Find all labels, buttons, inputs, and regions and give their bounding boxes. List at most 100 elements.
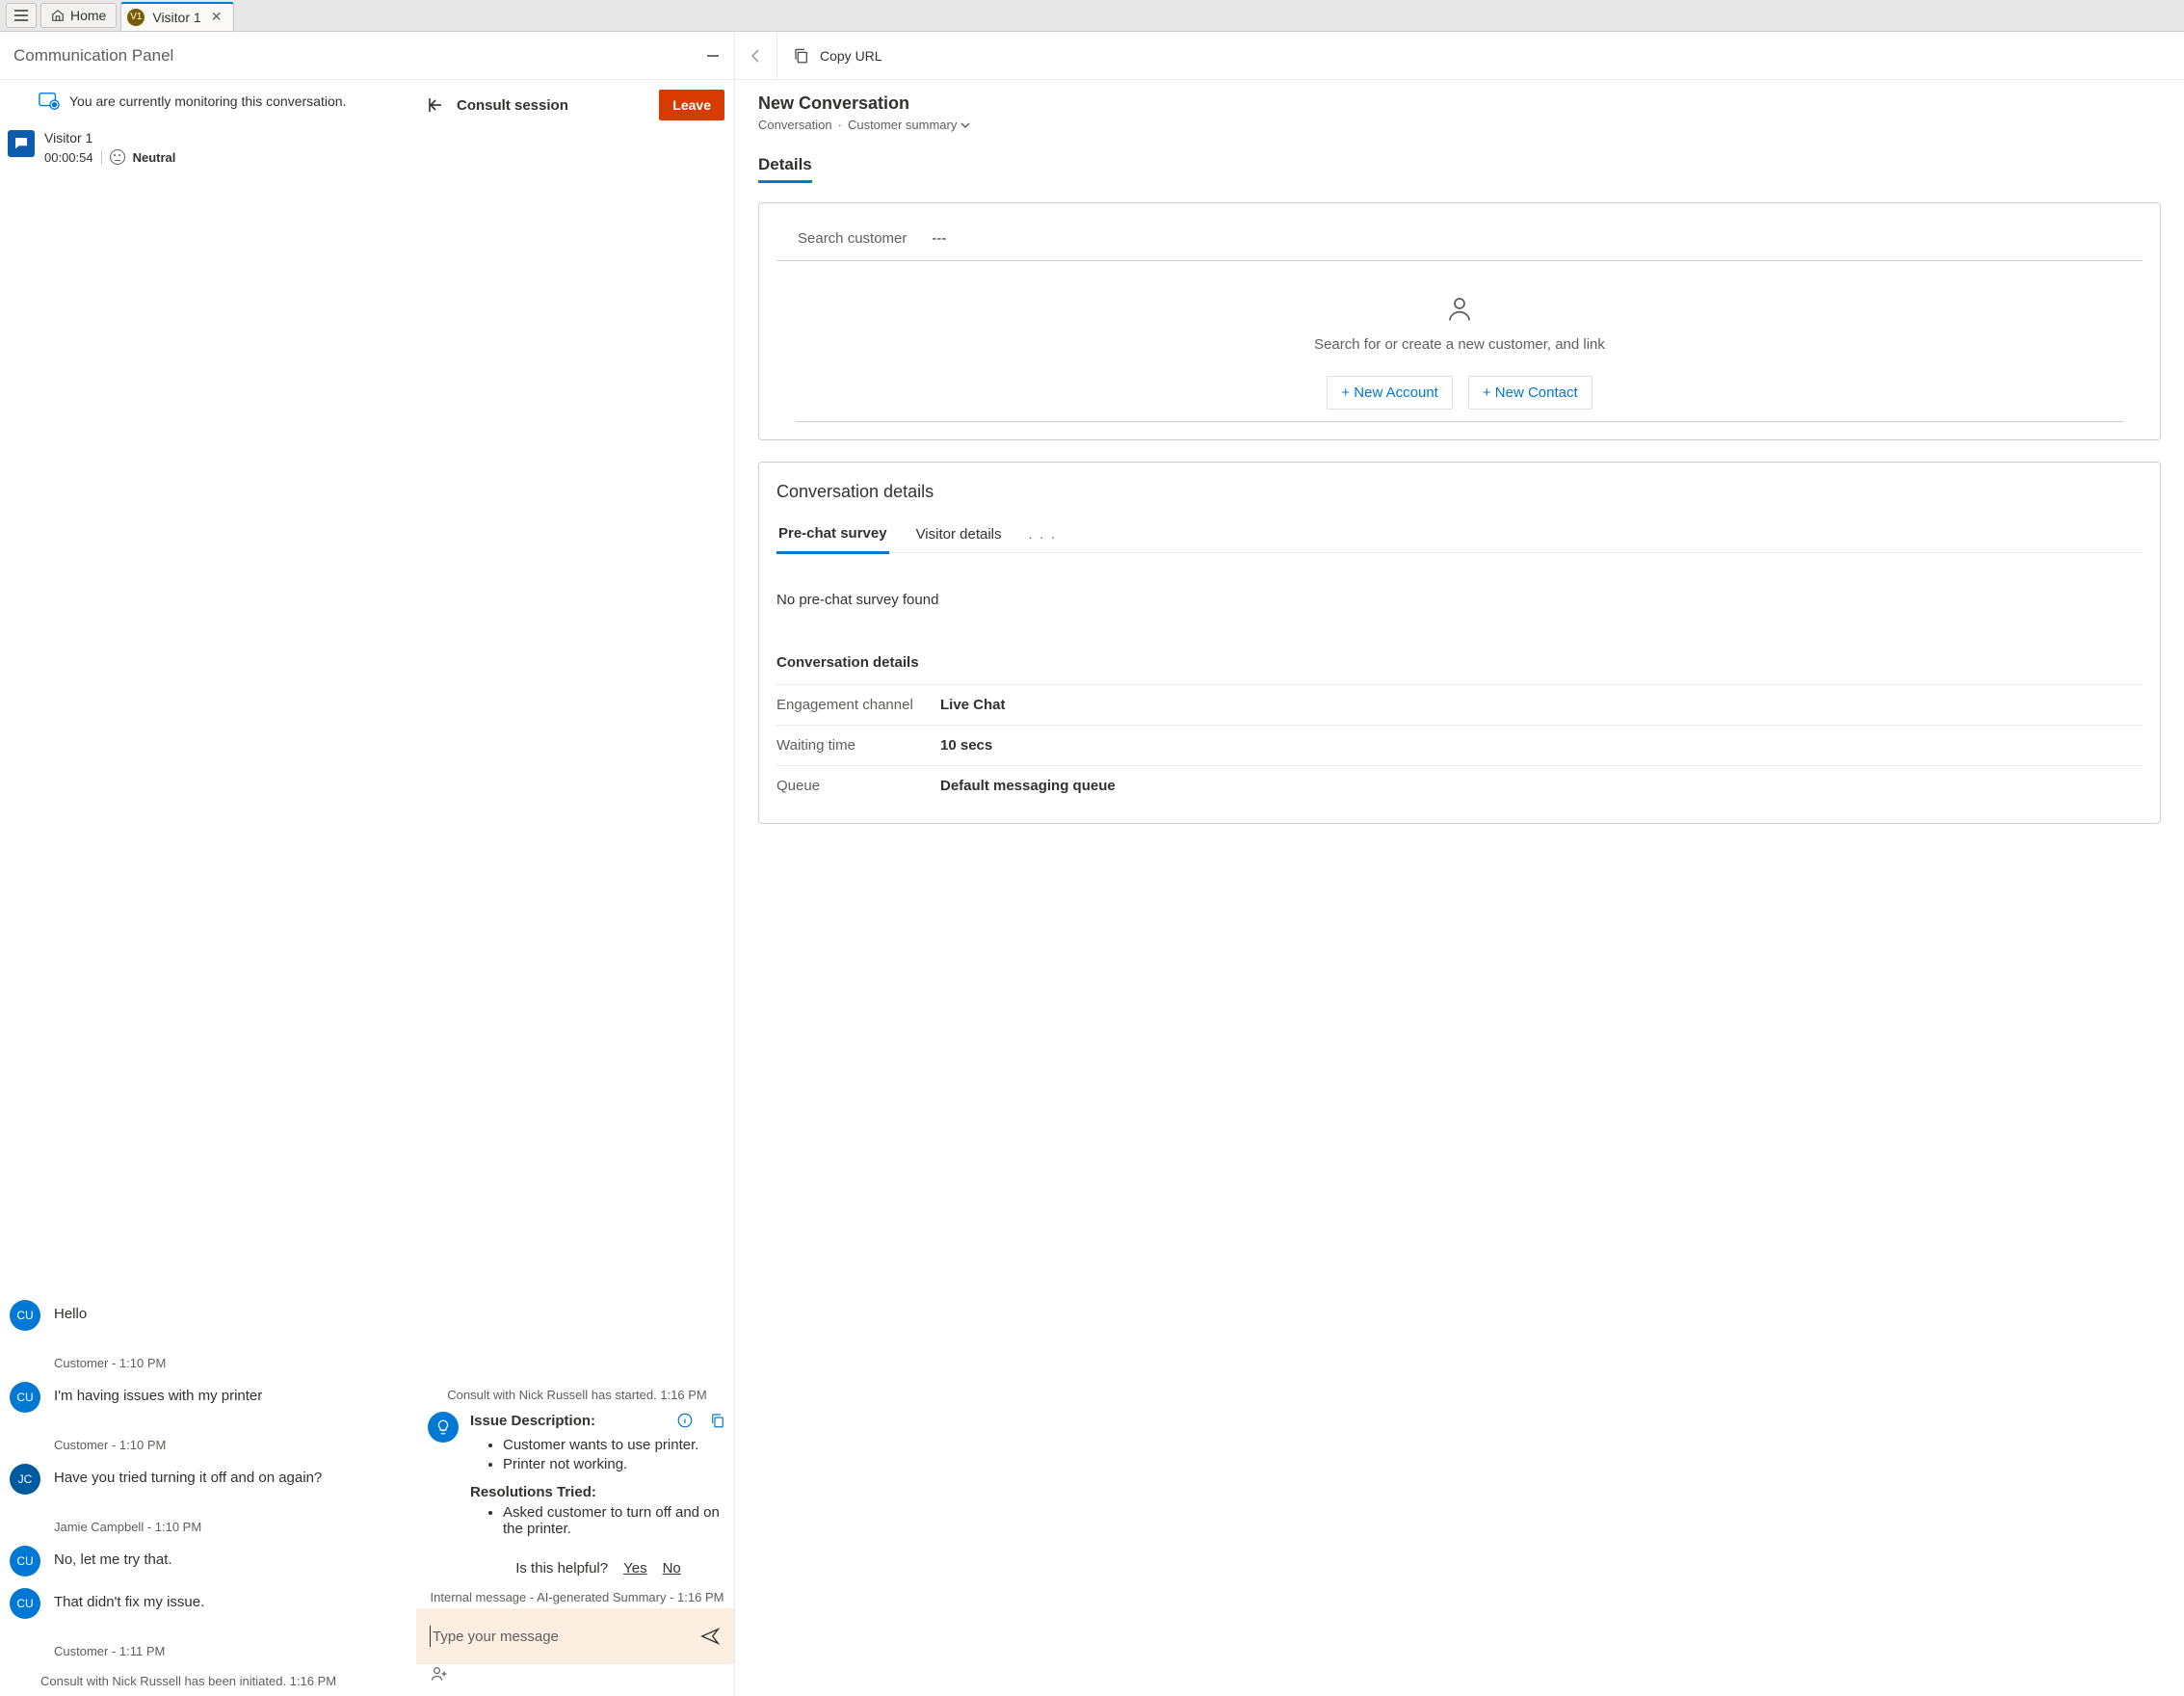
home-label: Home <box>70 8 106 23</box>
kv-row: Engagement channelLive Chat <box>776 684 2143 725</box>
issue-list: Customer wants to use printer. Printer n… <box>503 1437 726 1472</box>
details-tabbar: Pre-chat survey Visitor details . . . <box>776 525 2143 553</box>
helpful-no[interactable]: No <box>663 1560 681 1577</box>
issue-description-label: Issue Description: <box>470 1413 595 1429</box>
copy-icon[interactable] <box>709 1412 726 1429</box>
tab-close-icon[interactable]: ✕ <box>209 9 224 25</box>
message-meta: Customer - 1:10 PM <box>54 1438 408 1452</box>
resolutions-label: Resolutions Tried: <box>470 1484 726 1500</box>
internal-message-meta: Internal message - AI-generated Summary … <box>428 1582 726 1608</box>
messages-list: CU Hello Customer - 1:10 PM CU I'm having i… <box>0 172 416 1696</box>
message-row: CU That didn't fix my issue. <box>10 1588 408 1619</box>
visitor-timer: 00:00:54 <box>44 150 93 165</box>
chat-channel-icon <box>8 130 35 157</box>
kv-key: Engagement channel <box>776 697 940 713</box>
kv-value: Default messaging queue <box>940 778 1116 794</box>
avatar: JC <box>10 1464 40 1495</box>
panel-header: Communication Panel <box>0 32 734 80</box>
monitor-icon <box>39 92 60 111</box>
avatar: CU <box>10 1546 40 1577</box>
visitor-card[interactable]: Visitor 1 00:00:54 Neutral <box>0 122 416 172</box>
message-meta: Customer - 1:11 PM <box>54 1644 408 1658</box>
helpful-yes[interactable]: Yes <box>623 1560 646 1577</box>
tab-overflow[interactable]: . . . <box>1029 526 1057 551</box>
monitoring-text: You are currently monitoring this conver… <box>69 93 346 109</box>
customer-card: Search customer --- Search for or create… <box>758 202 2161 440</box>
home-button[interactable]: Home <box>40 3 117 28</box>
message-text: I'm having issues with my printer <box>54 1388 262 1404</box>
message-text: That didn't fix my issue. <box>54 1594 204 1610</box>
compose-area <box>416 1608 734 1664</box>
kv-row: Waiting time10 secs <box>776 725 2143 765</box>
hamburger-icon <box>14 10 28 21</box>
message-row: JC Have you tried turning it off and on a… <box>10 1464 408 1495</box>
compose-toolbar <box>416 1664 734 1696</box>
search-customer-value[interactable]: --- <box>932 230 946 247</box>
kv-key: Queue <box>776 778 940 794</box>
avatar: CU <box>10 1382 40 1413</box>
kv-value: 10 secs <box>940 737 992 754</box>
helpful-question: Is this helpful? <box>515 1560 608 1577</box>
search-customer-label: Search customer <box>798 230 907 247</box>
chevron-down-icon <box>960 120 970 130</box>
kv-key: Waiting time <box>776 737 940 754</box>
tab-details[interactable]: Details <box>758 149 812 183</box>
tab-prechat-survey[interactable]: Pre-chat survey <box>776 525 889 554</box>
hamburger-menu[interactable] <box>6 3 37 28</box>
message-text: No, let me try that. <box>54 1551 172 1568</box>
avatar: CU <box>10 1588 40 1619</box>
sub-heading: Conversation details <box>776 647 2143 684</box>
breadcrumb: Conversation · Customer summary <box>758 118 2161 132</box>
resolutions-list: Asked customer to turn off and on the pr… <box>503 1504 726 1537</box>
list-item: Customer wants to use printer. <box>503 1437 726 1453</box>
back-arrow-icon <box>749 48 764 64</box>
ai-summary-card: Issue Description: Customer wants to use… <box>470 1412 726 1582</box>
avatar: CU <box>10 1300 40 1331</box>
tab-badge: V1 <box>127 9 145 26</box>
right-header: Copy URL <box>735 32 2184 80</box>
message-row: CU Hello <box>10 1300 408 1331</box>
tab-visitor-details[interactable]: Visitor details <box>914 526 1004 552</box>
send-icon[interactable] <box>699 1626 721 1647</box>
info-icon[interactable] <box>676 1412 694 1429</box>
kv-value: Live Chat <box>940 697 1006 713</box>
new-account-button[interactable]: + New Account <box>1327 376 1452 410</box>
system-message: Consult with Nick Russell has been initi… <box>10 1670 408 1692</box>
message-text: Have you tried turning it off and on aga… <box>54 1470 322 1486</box>
consult-started-message: Consult with Nick Russell has started. 1… <box>428 1378 726 1412</box>
add-participant-icon[interactable] <box>430 1664 449 1683</box>
back-to-start-icon[interactable] <box>426 95 445 115</box>
divider <box>101 150 102 164</box>
breadcrumb-dropdown[interactable]: Customer summary <box>848 118 970 132</box>
back-button[interactable] <box>735 32 777 80</box>
new-contact-button[interactable]: + New Contact <box>1468 376 1592 410</box>
consult-body: Consult with Nick Russell has started. 1… <box>416 130 734 1608</box>
monitoring-banner: You are currently monitoring this conver… <box>0 80 416 122</box>
consult-title: Consult session <box>457 97 568 114</box>
divider <box>796 421 2123 422</box>
message-text: Hello <box>54 1306 87 1322</box>
conversation-details-title: Conversation details <box>776 480 2143 525</box>
message-row: CU I'm having issues with my printer <box>10 1382 408 1413</box>
copy-url-button[interactable]: Copy URL <box>777 47 898 65</box>
sentiment-neutral-icon <box>110 149 125 165</box>
panel-title: Communication Panel <box>13 46 173 66</box>
home-icon <box>51 9 65 22</box>
kv-row: QueueDefault messaging queue <box>776 765 2143 806</box>
person-icon <box>1445 294 1474 323</box>
empty-customer-text: Search for or create a new customer, and… <box>1314 336 1605 353</box>
consult-header: Consult session Leave <box>416 80 734 130</box>
breadcrumb-sep: · <box>838 118 842 132</box>
top-nav: Home V1 Visitor 1 ✕ <box>0 0 2184 32</box>
session-tab[interactable]: V1 Visitor 1 ✕ <box>120 2 234 32</box>
compose-input[interactable] <box>430 1626 690 1647</box>
leave-button[interactable]: Leave <box>659 90 724 120</box>
collapse-panel-icon[interactable] <box>705 48 721 64</box>
breadcrumb-item: Conversation <box>758 118 832 132</box>
tab-label: Visitor 1 <box>152 10 200 25</box>
no-survey-text: No pre-chat survey found <box>776 553 2143 647</box>
sentiment-label: Neutral <box>133 150 176 165</box>
message-row: CU No, let me try that. <box>10 1546 408 1577</box>
list-item: Asked customer to turn off and on the pr… <box>503 1504 726 1537</box>
page-title: New Conversation <box>758 93 2161 114</box>
